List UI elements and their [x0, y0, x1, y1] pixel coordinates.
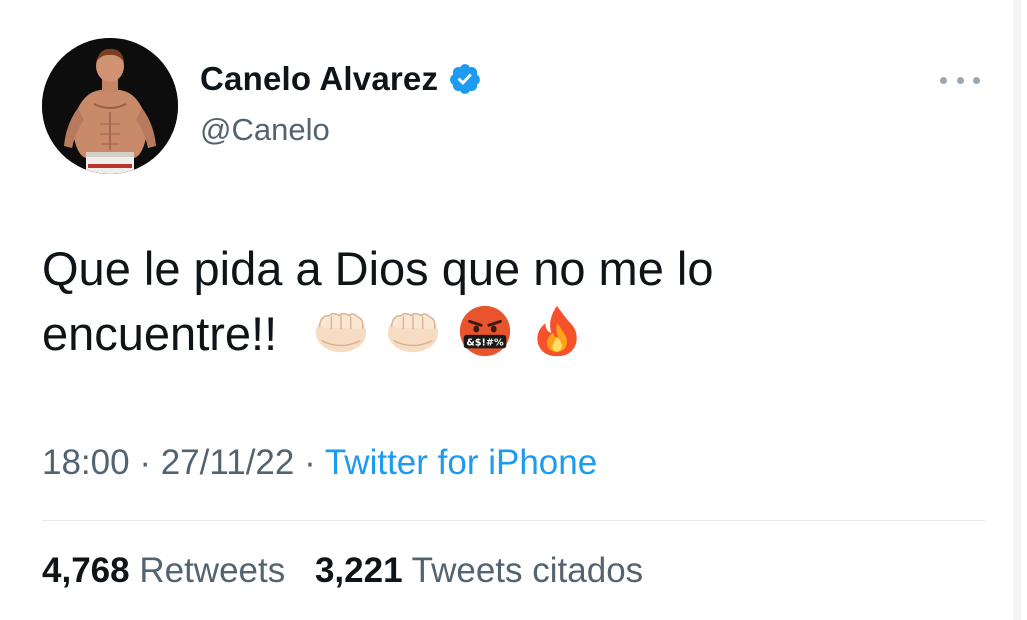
oncoming-fist-emoji: [384, 302, 442, 360]
verified-badge-icon: [448, 62, 482, 96]
tweet-source-link[interactable]: Twitter for iPhone: [325, 443, 597, 482]
fire-emoji: [528, 302, 586, 360]
tweet-meta: 18:00 · 27/11/22 · Twitter for iPhone: [42, 443, 597, 483]
meta-separator: ·: [304, 443, 316, 482]
meta-separator: ·: [139, 443, 151, 482]
quote-tweets-count: 3,221: [314, 551, 403, 590]
quote-tweets-label: Tweets citados: [411, 551, 644, 590]
more-dot: [956, 76, 964, 84]
tweet-text-line-1: Que le pida a Dios que no me lo: [42, 242, 714, 295]
tweet-text-line-2: encuentre!! &$!#%: [42, 301, 982, 366]
author-display-name[interactable]: Canelo Alvarez: [200, 60, 438, 98]
tweet-card: Canelo Alvarez @Canelo Que le pida a Dio…: [0, 0, 1027, 620]
more-options-icon[interactable]: [940, 68, 980, 92]
author-handle[interactable]: @Canelo: [200, 112, 330, 148]
more-dot: [940, 76, 947, 84]
tweet-text: Que le pida a Dios que no me lo encuentr…: [42, 236, 982, 366]
author-name-row: Canelo Alvarez: [200, 60, 482, 98]
tweet-time[interactable]: 18:00: [42, 443, 130, 482]
scrollbar[interactable]: [1013, 0, 1021, 620]
more-dot: [973, 76, 980, 84]
emoji-row: &$!#%: [312, 302, 586, 360]
quote-tweets-stat[interactable]: 3,221 Tweets citados: [315, 551, 643, 591]
tweet-date[interactable]: 27/11/22: [161, 443, 295, 482]
cursing-face-emoji: &$!#%: [456, 302, 514, 360]
tweet-text-line-2-words: encuentre!!: [42, 307, 278, 360]
retweets-count: 4,768: [42, 551, 130, 590]
cursing-symbols: &$!#%: [467, 338, 505, 349]
tweet-stats: 4,768 Retweets 3,221 Tweets citados: [42, 551, 663, 591]
avatar[interactable]: [42, 38, 178, 174]
oncoming-fist-emoji: [312, 302, 370, 360]
profile-photo: [42, 38, 178, 174]
retweets-label: Retweets: [139, 551, 286, 590]
retweets-stat[interactable]: 4,768 Retweets: [42, 551, 285, 591]
divider: [42, 520, 985, 521]
